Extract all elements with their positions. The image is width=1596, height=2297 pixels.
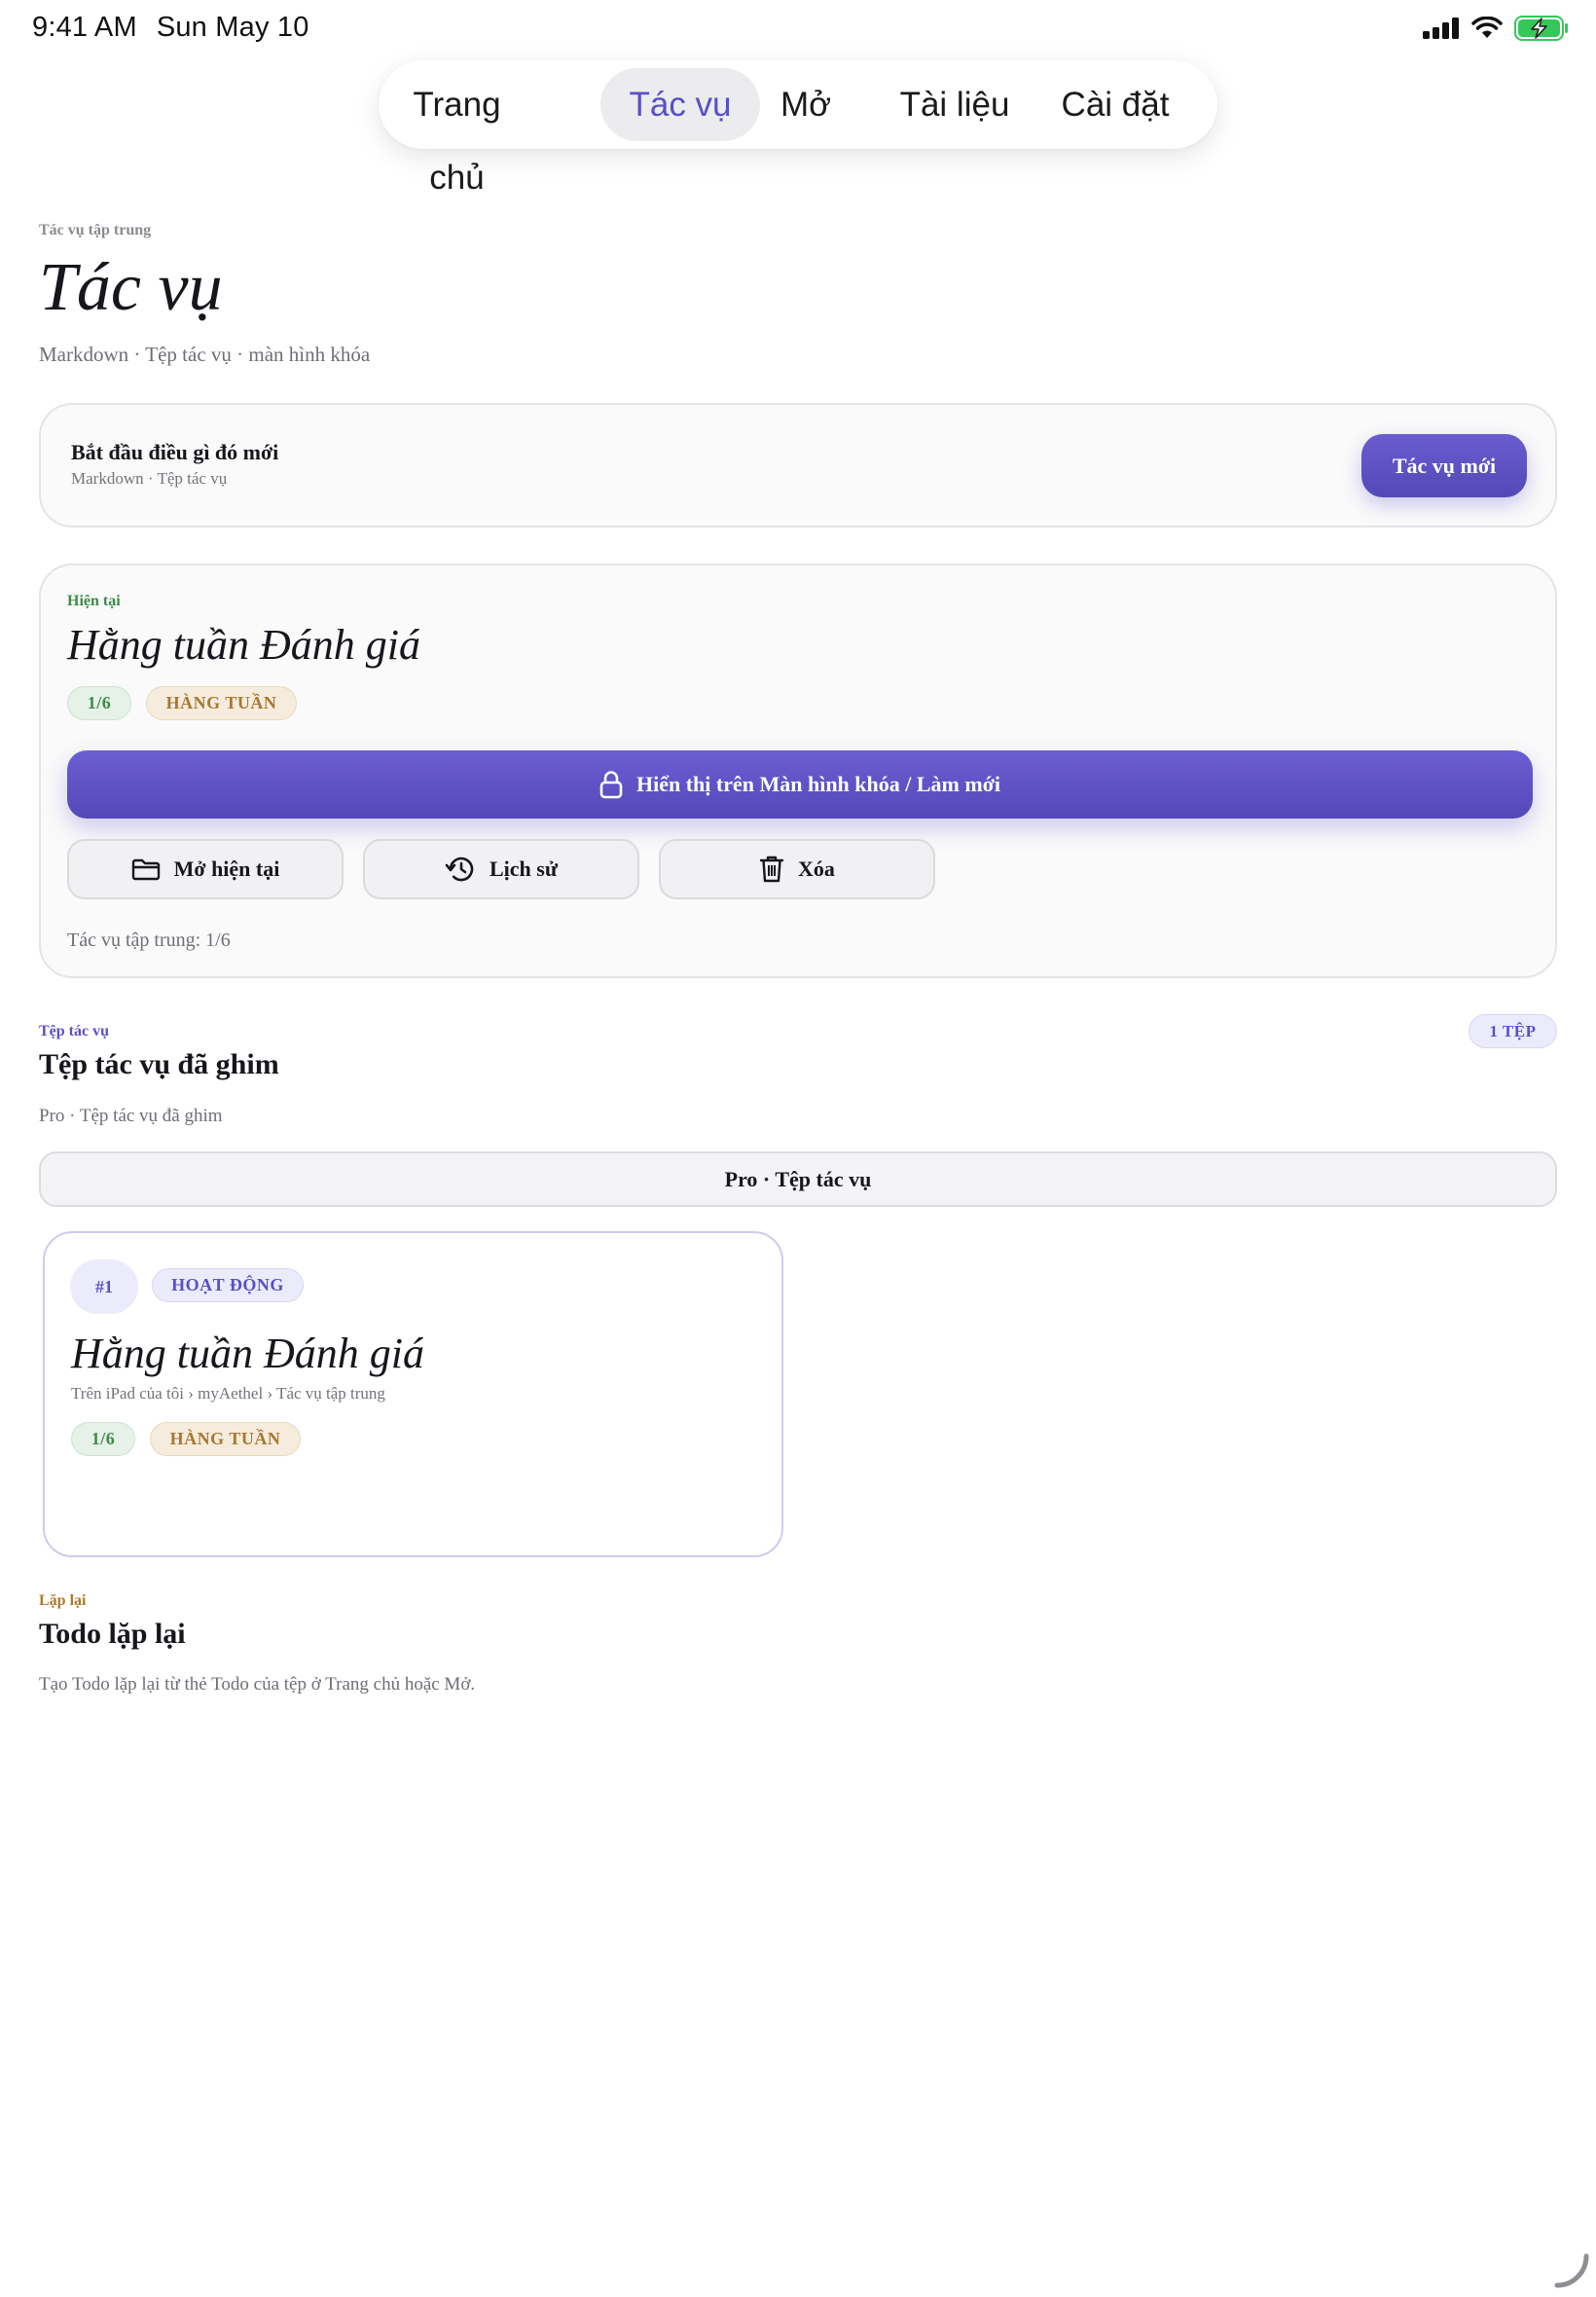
signal-icon — [1423, 18, 1459, 39]
tab-documents[interactable]: Tài liệu — [892, 68, 1017, 141]
lock-icon — [599, 771, 623, 799]
focus-task-count: Tác vụ tập trung: 1/6 — [67, 930, 231, 951]
status-icons — [1423, 16, 1569, 41]
new-task-button[interactable]: Tác vụ mới — [1361, 434, 1527, 497]
folder-icon — [131, 858, 160, 881]
file-path: Trên iPad của tôi › myAethel › Tác vụ tậ… — [71, 1384, 385, 1403]
progress-badge: 1/6 — [67, 686, 131, 720]
repeat-subtitle: Tạo Todo lặp lại từ thẻ Todo của tệp ở T… — [39, 1674, 476, 1695]
active-badge: HOẠT ĐỘNG — [152, 1268, 304, 1302]
pinned-progress-badge: 1/6 — [71, 1422, 135, 1456]
delete-button[interactable]: Xóa — [659, 839, 935, 899]
pinned-task-card[interactable]: #1 HOẠT ĐỘNG Hằng tuần Đánh giá Trên iPa… — [43, 1231, 783, 1557]
page-subtitle: Markdown · Tệp tác vụ · màn hình khóa — [39, 343, 371, 366]
history-icon — [445, 857, 474, 882]
lock-screen-label: Hiển thị trên Màn hình khóa / Làm mới — [635, 772, 1000, 796]
open-current-button[interactable]: Mở hiện tại — [67, 839, 344, 899]
open-current-label: Mở hiện tại — [173, 857, 280, 881]
pro-task-files-button[interactable]: Pro · Tệp tác vụ — [39, 1151, 1557, 1207]
new-task-card: Bắt đầu điều gì đó mới Markdown · Tệp tá… — [39, 403, 1557, 528]
status-bar: 9:41 AM Sun May 10 — [32, 12, 329, 44]
new-task-subtitle: Markdown · Tệp tác vụ — [71, 469, 228, 488]
pin-number-badge: #1 — [70, 1259, 138, 1314]
tab-open[interactable]: Mở — [768, 68, 844, 141]
battery-charging-icon — [1514, 16, 1568, 41]
frequency-badge: HÀNG TUẦN — [146, 686, 297, 720]
tab-tasks[interactable]: Tác vụ — [600, 68, 760, 141]
scroll-indicator — [1554, 2253, 1589, 2288]
pinned-subtitle: Pro · Tệp tác vụ đã ghim — [39, 1106, 223, 1126]
file-count-badge: 1 TỆP — [1469, 1014, 1557, 1048]
history-button[interactable]: Lịch sử — [363, 839, 639, 899]
repeat-eyebrow: Lặp lại — [39, 1592, 87, 1609]
tab-home[interactable]: Trang chủ — [386, 68, 527, 197]
current-label: Hiện tại — [67, 593, 121, 609]
new-task-title: Bắt đầu điều gì đó mới — [71, 440, 279, 464]
status-time: 9:41 AM — [32, 12, 137, 43]
status-date: Sun May 10 — [156, 12, 309, 43]
top-tab-bar: Trang chủ Tác vụ Mở Tài liệu Cài đặt — [379, 60, 1217, 197]
history-label: Lịch sử — [489, 857, 559, 881]
current-task-title: Hằng tuần Đánh giá — [67, 621, 420, 669]
delete-label: Xóa — [798, 857, 835, 881]
lock-screen-button[interactable]: Hiển thị trên Màn hình khóa / Làm mới — [67, 750, 1533, 819]
pinned-task-title: Hằng tuần Đánh giá — [71, 1330, 424, 1377]
current-task-card: Hiện tại Hằng tuần Đánh giá 1/6 HÀNG TUẦ… — [39, 564, 1557, 978]
pinned-eyebrow: Tệp tác vụ — [39, 1023, 109, 1039]
repeat-title: Todo lặp lại — [39, 1618, 186, 1650]
page-title: Tác vụ — [39, 250, 223, 325]
tab-settings[interactable]: Cài đặt — [1050, 68, 1180, 141]
header-eyebrow: Tác vụ tập trung — [39, 222, 152, 238]
pinned-frequency-badge: HÀNG TUẦN — [150, 1422, 301, 1456]
pinned-title: Tệp tác vụ đã ghim — [39, 1048, 279, 1080]
trash-icon — [759, 856, 784, 883]
wifi-icon — [1471, 17, 1503, 38]
